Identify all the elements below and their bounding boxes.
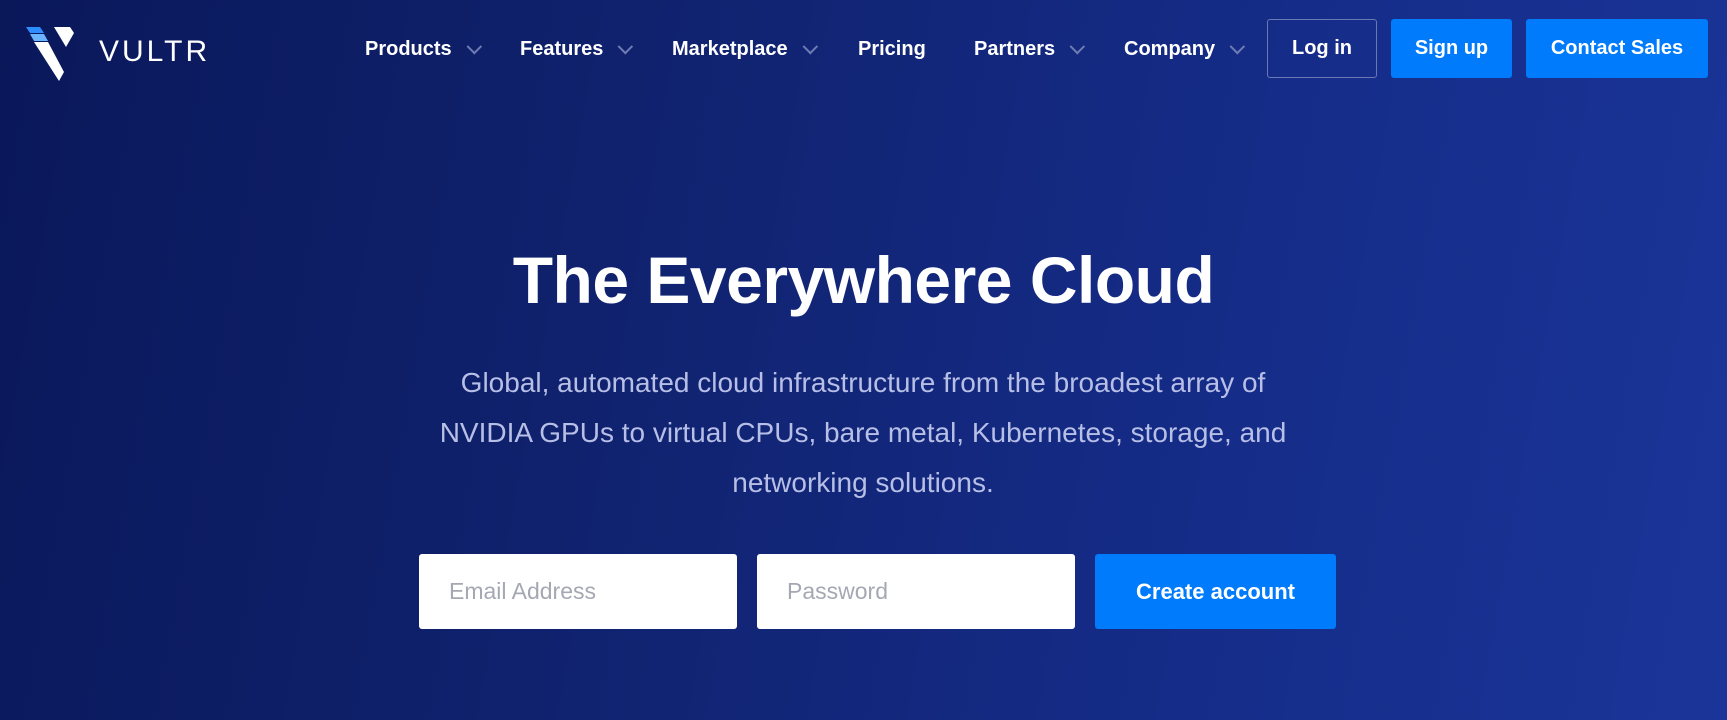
- chevron-down-icon: [1069, 38, 1086, 55]
- chevron-down-icon: [802, 38, 818, 55]
- nav-label: Products: [365, 38, 452, 60]
- chevron-down-icon: [617, 38, 634, 55]
- email-input[interactable]: [419, 554, 737, 629]
- nav-features[interactable]: Features: [520, 38, 634, 61]
- password-input[interactable]: [757, 554, 1075, 629]
- brand-name[interactable]: VULTR: [99, 35, 210, 69]
- contact-sales-button[interactable]: Contact Sales: [1526, 19, 1708, 78]
- nav-company[interactable]: Company: [1124, 38, 1246, 61]
- nav-label: Partners: [974, 38, 1056, 60]
- nav-products[interactable]: Products: [365, 38, 482, 61]
- login-button[interactable]: Log in: [1267, 19, 1377, 78]
- hero-subtitle: Global, automated cloud infrastructure f…: [439, 367, 1287, 498]
- hero-title: The Everywhere Cloud: [512, 243, 1215, 317]
- create-account-button[interactable]: Create account: [1095, 554, 1336, 629]
- chevron-down-icon: [1229, 38, 1246, 55]
- chevron-down-icon: [466, 38, 482, 55]
- nav-marketplace[interactable]: Marketplace: [672, 38, 818, 61]
- signup-button[interactable]: Sign up: [1391, 19, 1512, 78]
- vultr-logo-icon[interactable]: [26, 27, 78, 81]
- nav-pricing[interactable]: Pricing: [858, 38, 926, 61]
- nav-label: Marketplace: [672, 38, 788, 60]
- nav-partners[interactable]: Partners: [974, 38, 1086, 61]
- nav-label: Features: [520, 38, 604, 60]
- nav-label: Pricing: [858, 38, 926, 60]
- nav-label: Company: [1124, 38, 1216, 60]
